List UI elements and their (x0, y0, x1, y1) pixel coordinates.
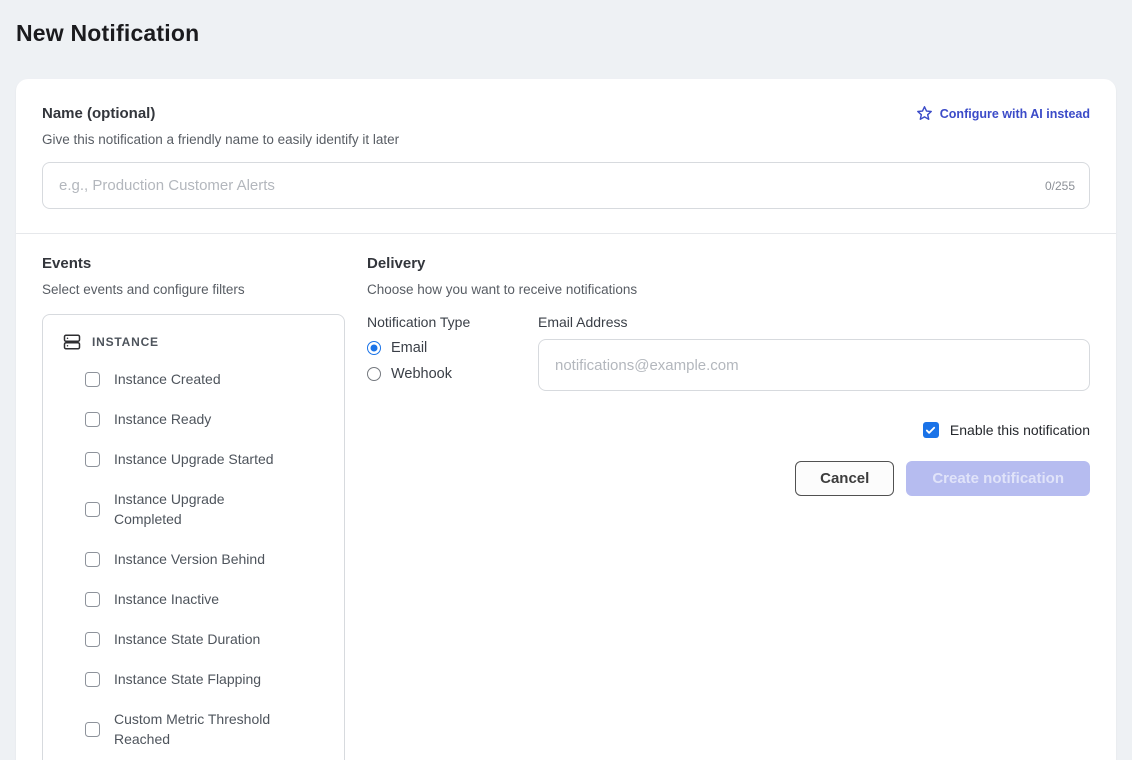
events-list-box: INSTANCE Instance Created Instance Ready… (42, 314, 345, 760)
page-title: New Notification (16, 20, 1132, 47)
radio-checked-icon[interactable] (367, 341, 381, 355)
checkbox-unchecked[interactable] (85, 722, 100, 737)
event-row-instance-ready[interactable]: Instance Ready (85, 399, 330, 439)
event-row-instance-state-duration[interactable]: Instance State Duration (85, 619, 330, 659)
checkbox-unchecked[interactable] (85, 672, 100, 687)
radio-option-email[interactable]: Email (367, 340, 538, 356)
notification-type-label: Notification Type (367, 314, 538, 330)
events-subtitle: Select events and configure filters (42, 282, 345, 297)
checkbox-unchecked[interactable] (85, 412, 100, 427)
email-address-label: Email Address (538, 314, 1090, 330)
event-row-instance-state-flapping[interactable]: Instance State Flapping (85, 659, 330, 699)
checkbox-unchecked[interactable] (85, 552, 100, 567)
events-section: Events Select events and configure filte… (42, 255, 345, 760)
events-title: Events (42, 255, 345, 272)
delivery-section: Delivery Choose how you want to receive … (367, 255, 1090, 760)
delivery-title: Delivery (367, 255, 1090, 272)
new-notification-card: Name (optional) Configure with AI instea… (16, 79, 1116, 760)
checkbox-unchecked[interactable] (85, 592, 100, 607)
name-section-subtitle: Give this notification a friendly name t… (42, 132, 1090, 147)
email-address-input[interactable] (538, 339, 1090, 391)
char-counter: 0/255 (1045, 179, 1075, 193)
event-group-instance: INSTANCE (57, 324, 330, 359)
configure-with-ai-button[interactable]: Configure with AI instead (916, 105, 1090, 122)
event-row-instance-created[interactable]: Instance Created (85, 359, 330, 399)
radio-option-webhook[interactable]: Webhook (367, 366, 538, 382)
create-notification-button[interactable]: Create notification (906, 461, 1090, 496)
checkbox-unchecked[interactable] (85, 372, 100, 387)
configure-with-ai-label: Configure with AI instead (940, 107, 1090, 121)
event-row-instance-inactive[interactable]: Instance Inactive (85, 579, 330, 619)
enable-notification-label: Enable this notification (950, 422, 1090, 438)
name-section: Name (optional) Configure with AI instea… (16, 79, 1116, 233)
name-section-title: Name (optional) (42, 105, 155, 122)
radio-unchecked-icon[interactable] (367, 367, 381, 381)
star-icon (916, 105, 933, 122)
checkbox-unchecked[interactable] (85, 452, 100, 467)
event-row-custom-metric-threshold[interactable]: Custom Metric Threshold Reached (85, 699, 330, 759)
notification-name-input[interactable] (42, 162, 1090, 209)
checkbox-checked-icon[interactable] (923, 422, 939, 438)
event-row-instance-upgrade-completed[interactable]: Instance Upgrade Completed (85, 479, 330, 539)
event-row-instance-version-behind[interactable]: Instance Version Behind (85, 539, 330, 579)
event-row-instance-upgrade-started[interactable]: Instance Upgrade Started (85, 439, 330, 479)
cancel-button[interactable]: Cancel (795, 461, 894, 496)
checkbox-unchecked[interactable] (85, 632, 100, 647)
event-group-label: INSTANCE (92, 335, 159, 349)
enable-notification-row[interactable]: Enable this notification (367, 422, 1090, 438)
checkbox-unchecked[interactable] (85, 502, 100, 517)
server-icon (63, 333, 81, 351)
delivery-subtitle: Choose how you want to receive notificat… (367, 282, 1090, 297)
